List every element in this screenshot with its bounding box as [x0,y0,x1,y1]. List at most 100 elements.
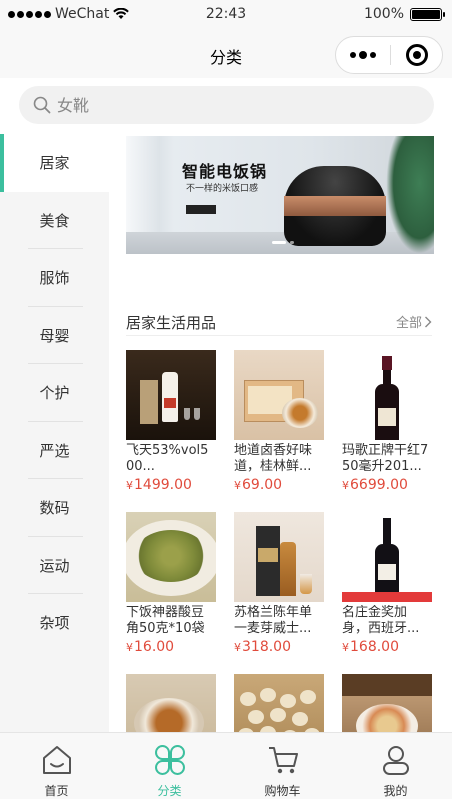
tab-category[interactable]: 分类 [113,733,226,799]
sidebar-item-label: 杂项 [39,614,70,633]
sidebar-item-misc[interactable]: 杂项 [0,594,109,652]
tab-label: 分类 [157,784,182,798]
product-image [234,674,324,732]
product-price: ¥318.00 [234,639,326,655]
sidebar-item-food[interactable]: 美食 [0,192,109,250]
rice-cooker-band [284,196,386,216]
currency-symbol: ¥ [342,641,349,654]
product-card[interactable]: 地道卤香好味道，桂林鲜... ¥69.00 [234,350,326,493]
banner-cta [186,205,216,214]
sidebar-item-label: 服饰 [39,269,70,288]
product-name: 玛歌正牌干红750毫升201... [342,443,429,474]
tab-profile[interactable]: 我的 [339,733,452,799]
sidebar-item-apparel[interactable]: 服饰 [0,249,109,307]
search-box[interactable] [19,86,434,124]
price-value: 6699.00 [350,477,408,493]
product-price: ¥168.00 [342,639,434,655]
product-price: ¥69.00 [234,477,326,493]
target-close-icon [405,44,428,66]
product-name: 飞天53%vol500... [126,443,209,474]
tab-label: 首页 [44,784,69,798]
product-card[interactable]: 下饭神器酸豆角50克*10袋 ¥16.00 [126,512,218,655]
product-card[interactable]: 玛歌正牌干红750毫升201... ¥6699.00 [342,350,434,493]
product-name: 下饭神器酸豆角50克*10袋 [126,605,205,636]
category-icon [153,743,187,776]
chevron-right-icon [425,316,432,327]
section-header: 居家生活用品 全部 [126,306,432,336]
product-image [342,512,432,602]
tab-cart[interactable]: 购物车 [226,733,339,799]
currency-symbol: ¥ [234,479,241,492]
product-card[interactable]: 飞天53%vol500... ¥1499.00 [126,350,218,493]
search-input[interactable] [57,95,357,115]
more-dots-icon [350,51,356,58]
banner-title: 智能电饭锅 [182,162,268,181]
currency-symbol: ¥ [126,641,133,654]
product-image [234,350,324,440]
tab-label: 购物车 [264,784,301,798]
sidebar-item-label: 运动 [39,556,70,575]
banner-indicator-active [272,241,286,244]
product-image [126,512,216,602]
tab-home[interactable]: 首页 [0,733,113,799]
sidebar-item-label: 居家 [39,154,70,173]
profile-icon [379,743,413,776]
product-price: ¥1499.00 [126,477,218,493]
currency-symbol: ¥ [342,479,349,492]
banner-subtitle: 不一样的米饭口感 [186,184,259,194]
product-image [342,350,432,440]
product-image [342,674,432,732]
product-price: ¥6699.00 [342,477,434,493]
search-icon [33,96,51,114]
price-value: 318.00 [242,639,291,655]
product-card[interactable]: 名庄金奖加身，西班牙... ¥168.00 [342,512,434,655]
sidebar-item-label: 美食 [39,211,70,230]
sidebar-item-digital[interactable]: 数码 [0,479,109,537]
cart-icon [266,743,300,776]
status-bar: WeChat 22:43 100% [0,0,452,30]
sidebar-item-label: 严选 [39,441,70,460]
sidebar-item-sports[interactable]: 运动 [0,537,109,595]
product-image [126,350,216,440]
sidebar-item-home[interactable]: 居家 [0,134,109,192]
navigation-bar: 分类 [0,30,452,78]
price-value: 168.00 [350,639,399,655]
product-card[interactable] [126,674,218,732]
product-name: 地道卤香好味道，桂林鲜... [234,443,313,474]
product-card[interactable]: 苏格兰陈年单一麦芽威士... ¥318.00 [234,512,326,655]
category-content: 智能电饭锅 不一样的米饭口感 居家生活用品 全部 飞天53%vol500... … [109,134,452,732]
product-card[interactable] [234,674,326,732]
promo-banner[interactable]: 智能电饭锅 不一样的米饭口感 [126,136,434,254]
product-price: ¥16.00 [126,639,218,655]
view-all-label: 全部 [395,316,422,331]
sidebar-item-label: 个护 [39,384,70,403]
battery-percent: 100% [363,6,404,22]
product-image [234,512,324,602]
home-icon [40,743,74,776]
product-image [126,674,216,732]
sidebar-item-personal-care[interactable]: 个护 [0,364,109,422]
promo-tag [342,592,432,602]
sidebar-item-baby[interactable]: 母婴 [0,307,109,365]
view-all-link[interactable]: 全部 [396,312,432,331]
tab-label: 我的 [383,784,408,798]
banner-plant-graphic [386,136,434,254]
price-value: 1499.00 [134,477,192,493]
currency-symbol: ¥ [126,479,133,492]
banner-indicator [290,241,294,244]
product-name: 名庄金奖加身，西班牙... [342,605,420,636]
currency-symbol: ¥ [234,641,241,654]
category-sidebar: 居家 美食 服饰 母婴 个护 严选 数码 运动 杂项 [0,134,109,732]
product-name: 苏格兰陈年单一麦芽威士... [234,605,313,636]
mini-program-capsule [335,36,443,74]
search-bar [0,78,452,134]
battery-status: 100% [363,6,445,22]
price-value: 69.00 [242,477,283,493]
bottom-tab-bar: 首页 分类 购物车 我的 [0,732,452,799]
product-card[interactable] [342,674,434,732]
more-menu-button[interactable] [336,50,390,59]
close-mini-program-button[interactable] [391,44,442,66]
section-title: 居家生活用品 [126,314,217,332]
sidebar-item-selected[interactable]: 严选 [0,422,109,480]
battery-icon [410,7,445,21]
